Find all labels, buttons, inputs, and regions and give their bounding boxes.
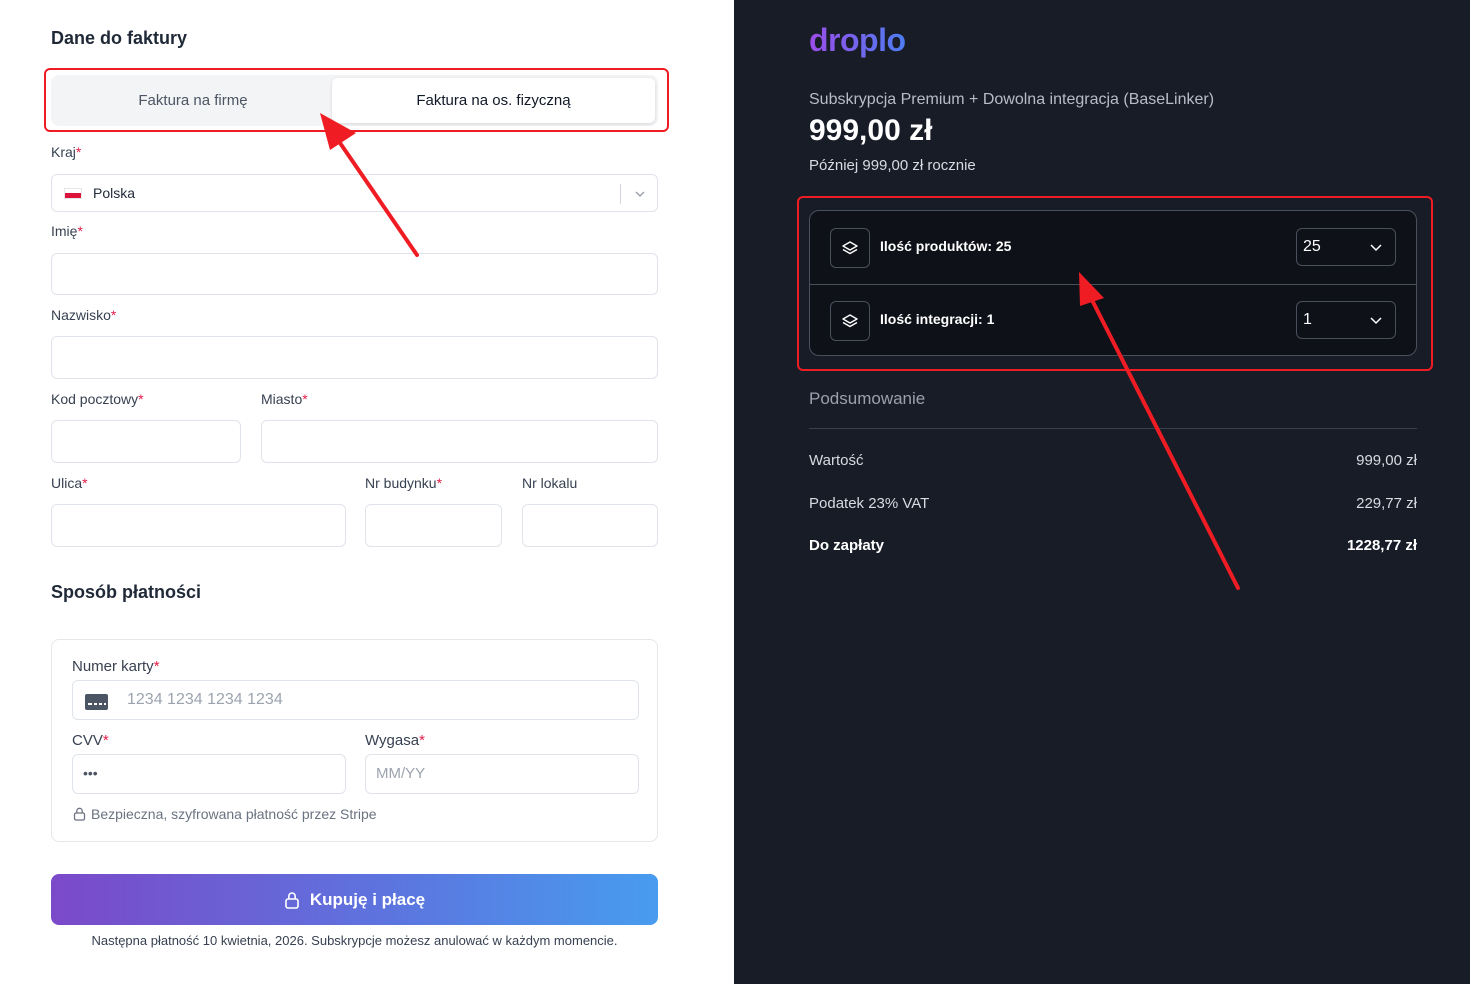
cvv-value: ••• [83, 765, 98, 781]
summary-row-amount: 1228,77 zł [1346, 537, 1417, 554]
country-label: Kraj* [51, 144, 82, 160]
next-payment-note: Następna płatność 10 kwietnia, 2026. Sub… [91, 933, 618, 948]
cvv-input[interactable]: ••• [72, 754, 346, 794]
city-input[interactable] [261, 420, 658, 463]
summary-row-label: Podatek 23% VAT [809, 495, 930, 512]
buy-and-pay-button[interactable]: Kupuję i płacę [51, 874, 658, 925]
card-number-placeholder: 1234 1234 1234 1234 [127, 691, 283, 708]
cvv-label: CVV* [72, 732, 109, 749]
summary-title: Podsumowanie [809, 389, 926, 408]
city-label: Miasto* [261, 391, 308, 407]
credit-card-icon [85, 694, 108, 710]
expiry-label: Wygasa* [365, 732, 425, 749]
plan-name: Subskrypcja Premium + Dowolna integracja… [809, 91, 1215, 108]
summary-row-total: Do zapłaty 1228,77 zł [809, 537, 1417, 554]
summary-row-label: Do zapłaty [809, 537, 885, 554]
street-label: Ulica* [51, 475, 88, 491]
summary-row-amount: 229,77 zł [1356, 495, 1417, 512]
secure-note: Bezpieczna, szyfrowana płatność przez St… [73, 806, 377, 822]
summary-row-vat: Podatek 23% VAT 229,77 zł [809, 495, 1417, 512]
plan-price: 999,00 zł [809, 114, 933, 147]
annotation-box-options [797, 196, 1433, 371]
poland-flag-icon [64, 187, 82, 199]
secure-note-text: Bezpieczna, szyfrowana płatność przez St… [91, 806, 377, 822]
summary-row-label: Wartość [809, 452, 864, 469]
annotation-box-tabs [44, 68, 669, 132]
country-select[interactable]: Polska [51, 174, 658, 212]
summary-divider [809, 428, 1417, 429]
chevron-down-icon [635, 191, 645, 198]
lock-icon [73, 807, 86, 821]
lock-icon [285, 891, 299, 909]
expiry-input[interactable]: MM/YY [365, 754, 639, 794]
first-name-input[interactable] [51, 253, 658, 295]
card-number-input[interactable]: 1234 1234 1234 1234 [72, 680, 639, 720]
billing-panel: Dane do faktury Faktura na firmę Faktura… [0, 0, 734, 984]
droplo-logo: droplo [809, 22, 906, 58]
last-name-input[interactable] [51, 336, 658, 379]
street-input[interactable] [51, 504, 346, 547]
summary-row-amount: 999,00 zł [1356, 452, 1417, 469]
billing-title: Dane do faktury [51, 28, 188, 48]
building-label: Nr budynku* [365, 475, 443, 491]
country-value: Polska [93, 185, 136, 201]
summary-row-value: Wartość 999,00 zł [809, 452, 1417, 469]
building-input[interactable] [365, 504, 502, 547]
payment-title: Sposób płatności [51, 582, 202, 602]
buy-button-label: Kupuję i płacę [309, 889, 426, 909]
apartment-input[interactable] [522, 504, 658, 547]
apartment-label: Nr lokalu [522, 475, 578, 491]
expiry-placeholder: MM/YY [376, 765, 426, 782]
renewal-price: Później 999,00 zł rocznie [809, 157, 976, 174]
zip-input[interactable] [51, 420, 241, 463]
zip-label: Kod pocztowy* [51, 391, 144, 407]
last-name-label: Nazwisko* [51, 307, 117, 323]
card-number-label: Numer karty* [72, 658, 160, 675]
first-name-label: Imię* [51, 223, 83, 239]
